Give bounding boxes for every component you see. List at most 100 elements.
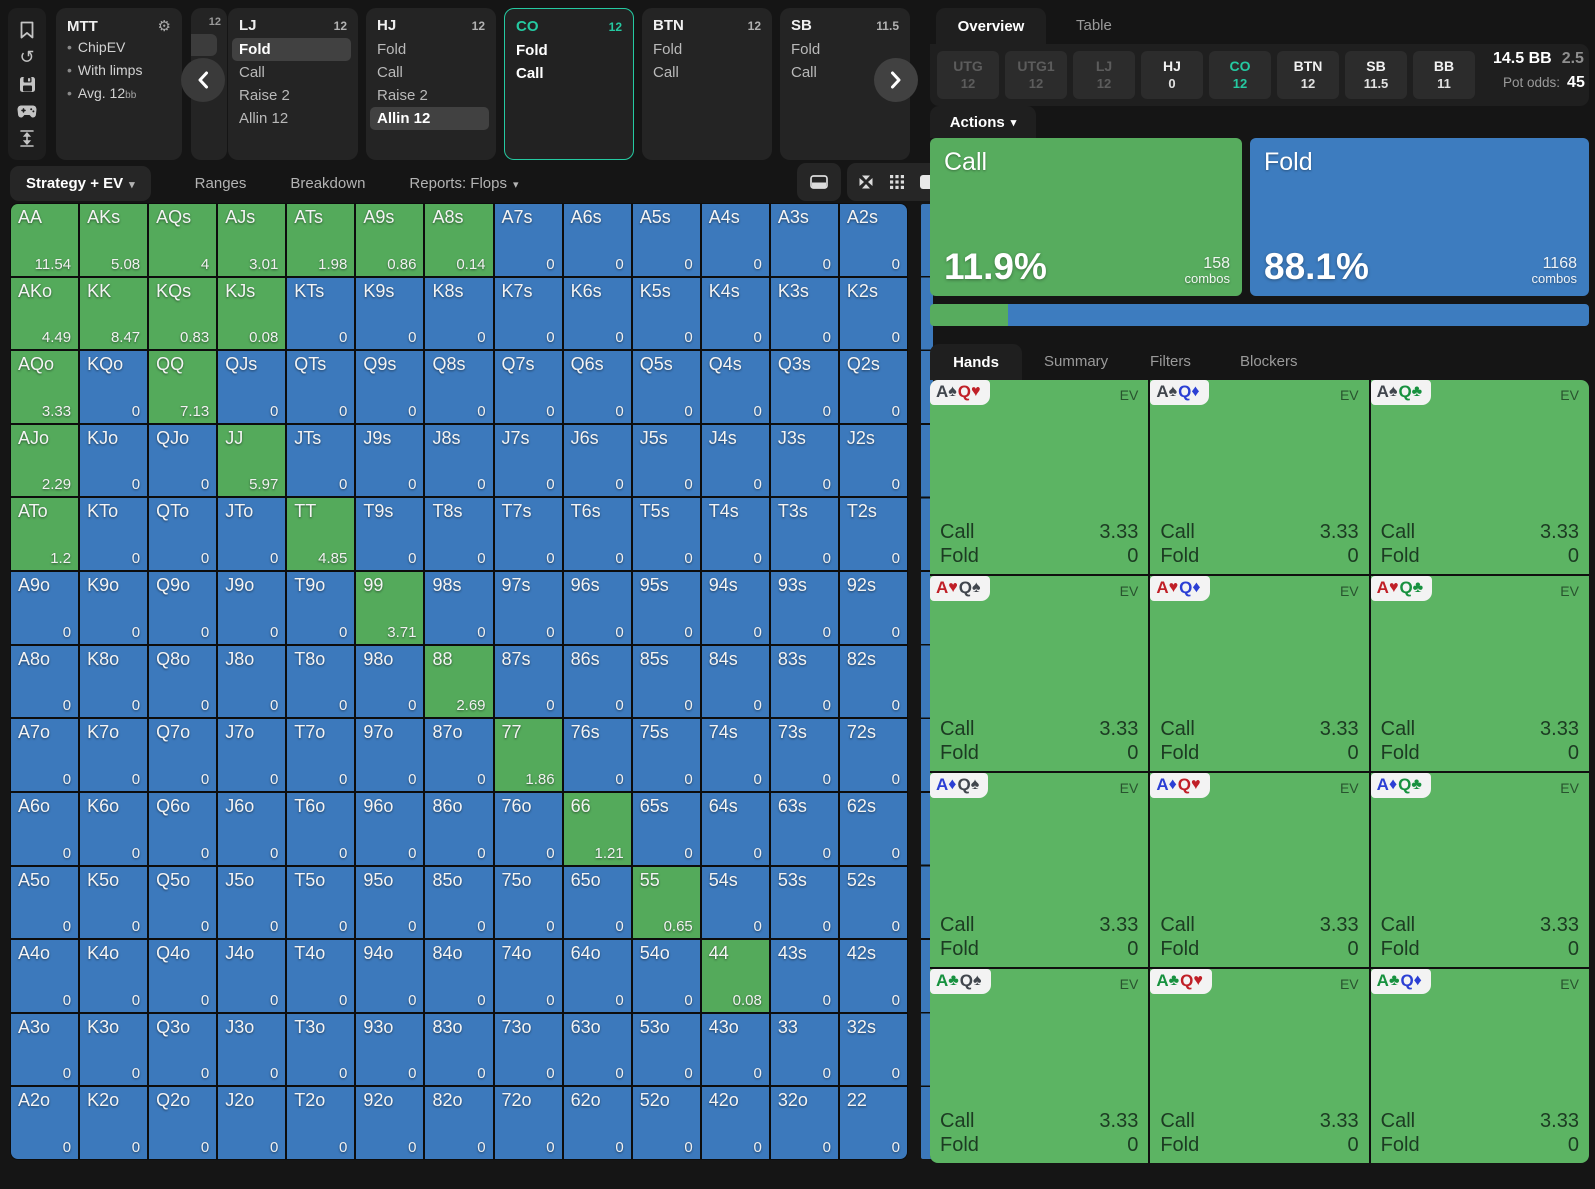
matrix-cell-K8o[interactable]: K8o 0 [80,645,148,718]
combo-cell-AcQs[interactable]: A ♣ Q ♠ EV Call 3.33 Fold 0 [930,968,1149,1163]
tab-strategy-ev[interactable]: Strategy + EV ▾ [10,165,151,201]
matrix-cell-44[interactable]: 44 0.08 [701,940,769,1012]
practice-icon[interactable] [17,101,37,121]
matrix-cell-74o[interactable]: 74o 0 [494,940,562,1012]
action-option-allin-12[interactable]: Allin 12 [232,107,351,130]
matrix-cell-T9o[interactable]: T9o 0 [287,572,355,644]
action-option-fold[interactable]: Fold [646,38,765,61]
matrix-cell-42o[interactable]: 42o 0 [701,1087,769,1159]
matrix-cell-A3s[interactable]: A3s 0 [770,204,838,276]
matrix-cell-T3o[interactable]: T3o 0 [287,1013,355,1086]
matrix-cell-94s[interactable]: 94s 0 [701,572,769,644]
matrix-cell-66[interactable]: 66 1.21 [563,792,631,865]
matrix-cell-92s[interactable]: 92s 0 [839,572,907,644]
matrix-cell-J9s[interactable]: J9s 0 [356,424,424,497]
matrix-cell-AA[interactable]: AA 11.54 [11,204,79,276]
combo-cell-AdQc[interactable]: A ♦ Q ♣ EV Call 3.33 Fold 0 [1370,772,1589,967]
matrix-cell-J8s[interactable]: J8s 0 [425,424,493,497]
matrix-cell-52o[interactable]: 52o 0 [632,1087,700,1159]
matrix-cell-98o[interactable]: 98o 0 [356,645,424,718]
combo-cell-AhQs[interactable]: A ♥ Q ♠ EV Call 3.33 Fold 0 [930,576,1149,771]
matrix-cell-KJs[interactable]: KJs 0.08 [218,277,286,350]
matrix-cell-K3o[interactable]: K3o 0 [80,1013,148,1086]
matrix-cell-K4s[interactable]: K4s 0 [701,277,769,350]
matrix-cell-54o[interactable]: 54o 0 [632,940,700,1012]
matrix-cell-AJs[interactable]: AJs 3.01 [218,204,286,276]
matrix-cell-AQo[interactable]: AQo 3.33 [11,351,79,423]
matrix-cell-AQs[interactable]: AQs 4 [149,204,217,276]
matrix-cell-65s[interactable]: 65s 0 [632,792,700,865]
matrix-cell-A2s[interactable]: A2s 0 [839,204,907,276]
matrix-cell-83s[interactable]: 83s 0 [770,645,838,718]
matrix-cell-86s[interactable]: 86s 0 [563,645,631,718]
matrix-cell-K7s[interactable]: K7s 0 [494,277,562,350]
action-option-fold[interactable]: Fold [509,39,626,62]
matrix-cell-J7s[interactable]: J7s 0 [494,424,562,497]
matrix-cell-ATs[interactable]: ATs 1.98 [287,204,355,276]
matrix-cell-64s[interactable]: 64s 0 [701,792,769,865]
actions-dropdown[interactable]: Actions ▾ [930,106,1036,138]
matrix-cell-63o[interactable]: 63o 0 [563,1013,631,1086]
matrix-cell-Q9s[interactable]: Q9s 0 [356,351,424,423]
matrix-cell-99[interactable]: 99 3.71 [356,572,424,644]
combo-cell-AcQh[interactable]: A ♣ Q ♥ EV Call 3.33 Fold 0 [1150,968,1369,1163]
matrix-cell-86o[interactable]: 86o 0 [425,792,493,865]
matrix-cell-75s[interactable]: 75s 0 [632,719,700,791]
matrix-cell-QTo[interactable]: QTo 0 [149,498,217,571]
matrix-cell-KQs[interactable]: KQs 0.83 [149,277,217,350]
matrix-cell-K7o[interactable]: K7o 0 [80,719,148,791]
matrix-cell-K3s[interactable]: K3s 0 [770,277,838,350]
position-panel-hj[interactable]: HJ 12 Fold Call Raise 2 Allin 12 [366,8,496,160]
stack-depth-icon[interactable] [17,128,37,148]
matrix-cell-97s[interactable]: 97s 0 [494,572,562,644]
matrix-cell-KQo[interactable]: KQo 0 [80,351,148,423]
gear-icon[interactable]: ⚙ [158,17,171,35]
matrix-cell-Q8o[interactable]: Q8o 0 [149,645,217,718]
matrix-cell-JJ[interactable]: JJ 5.97 [218,424,286,497]
matrix-cell-88[interactable]: 88 2.69 [425,645,493,718]
combo-cell-AdQh[interactable]: A ♦ Q ♥ EV Call 3.33 Fold 0 [1150,772,1369,967]
matrix-cell-96o[interactable]: 96o 0 [356,792,424,865]
matrix-cell-K6s[interactable]: K6s 0 [563,277,631,350]
matrix-cell-J6o[interactable]: J6o 0 [218,792,286,865]
matrix-cell-62s[interactable]: 62s 0 [839,792,907,865]
matrix-cell-98s[interactable]: 98s 0 [425,572,493,644]
stack-chip-bb[interactable]: BB 11 [1413,51,1475,99]
position-panel-lj[interactable]: LJ 12 Fold Call Raise 2 Allin 12 [228,8,358,160]
matrix-cell-A9s[interactable]: A9s 0.86 [356,204,424,276]
matrix-cell-T5s[interactable]: T5s 0 [632,498,700,571]
matrix-cell-AKo[interactable]: AKo 4.49 [11,277,79,350]
matrix-cell-T2o[interactable]: T2o 0 [287,1087,355,1159]
tab-hands[interactable]: Hands [930,344,1022,380]
matrix-cell-64o[interactable]: 64o 0 [563,940,631,1012]
stack-chip-co[interactable]: CO 12 [1209,51,1271,99]
action-option-call[interactable]: Call [232,61,351,84]
combo-cell-AsQc[interactable]: A ♠ Q ♣ EV Call 3.33 Fold 0 [1370,380,1589,575]
matrix-cell-22[interactable]: 22 0 [839,1087,907,1159]
matrix-cell-A7o[interactable]: A7o 0 [11,719,79,791]
card-view-button[interactable] [797,163,841,201]
matrix-cell-T5o[interactable]: T5o 0 [287,866,355,939]
matrix-cell-84s[interactable]: 84s 0 [701,645,769,718]
matrix-cell-T8o[interactable]: T8o 0 [287,645,355,718]
matrix-cell-JTs[interactable]: JTs 0 [287,424,355,497]
matrix-cell-Q8s[interactable]: Q8s 0 [425,351,493,423]
combo-cell-AsQd[interactable]: A ♠ Q ♦ EV Call 3.33 Fold 0 [1150,380,1369,575]
matrix-cell-AKs[interactable]: AKs 5.08 [80,204,148,276]
tab-breakdown[interactable]: Breakdown [290,175,365,192]
matrix-cell-Q3s[interactable]: Q3s 0 [770,351,838,423]
matrix-cell-Q9o[interactable]: Q9o 0 [149,572,217,644]
grid-view-icon[interactable] [889,174,905,190]
action-option-fold[interactable]: Fold [370,38,489,61]
matrix-cell-K9s[interactable]: K9s 0 [356,277,424,350]
action-card-call[interactable]: Call 11.9% 158 combos [930,138,1242,296]
matrix-cell-Q3o[interactable]: Q3o 0 [149,1013,217,1086]
matrix-cell-A8o[interactable]: A8o 0 [11,645,79,718]
matrix-cell-43s[interactable]: 43s 0 [770,940,838,1012]
matrix-cell-K6o[interactable]: K6o 0 [80,792,148,865]
matrix-cell-A2o[interactable]: A2o 0 [11,1087,79,1159]
tab-ranges[interactable]: Ranges [195,175,247,192]
matrix-cell-87s[interactable]: 87s 0 [494,645,562,718]
matrix-cell-QTs[interactable]: QTs 0 [287,351,355,423]
combo-cell-AsQh[interactable]: A ♠ Q ♥ EV Call 3.33 Fold 0 [930,380,1149,575]
